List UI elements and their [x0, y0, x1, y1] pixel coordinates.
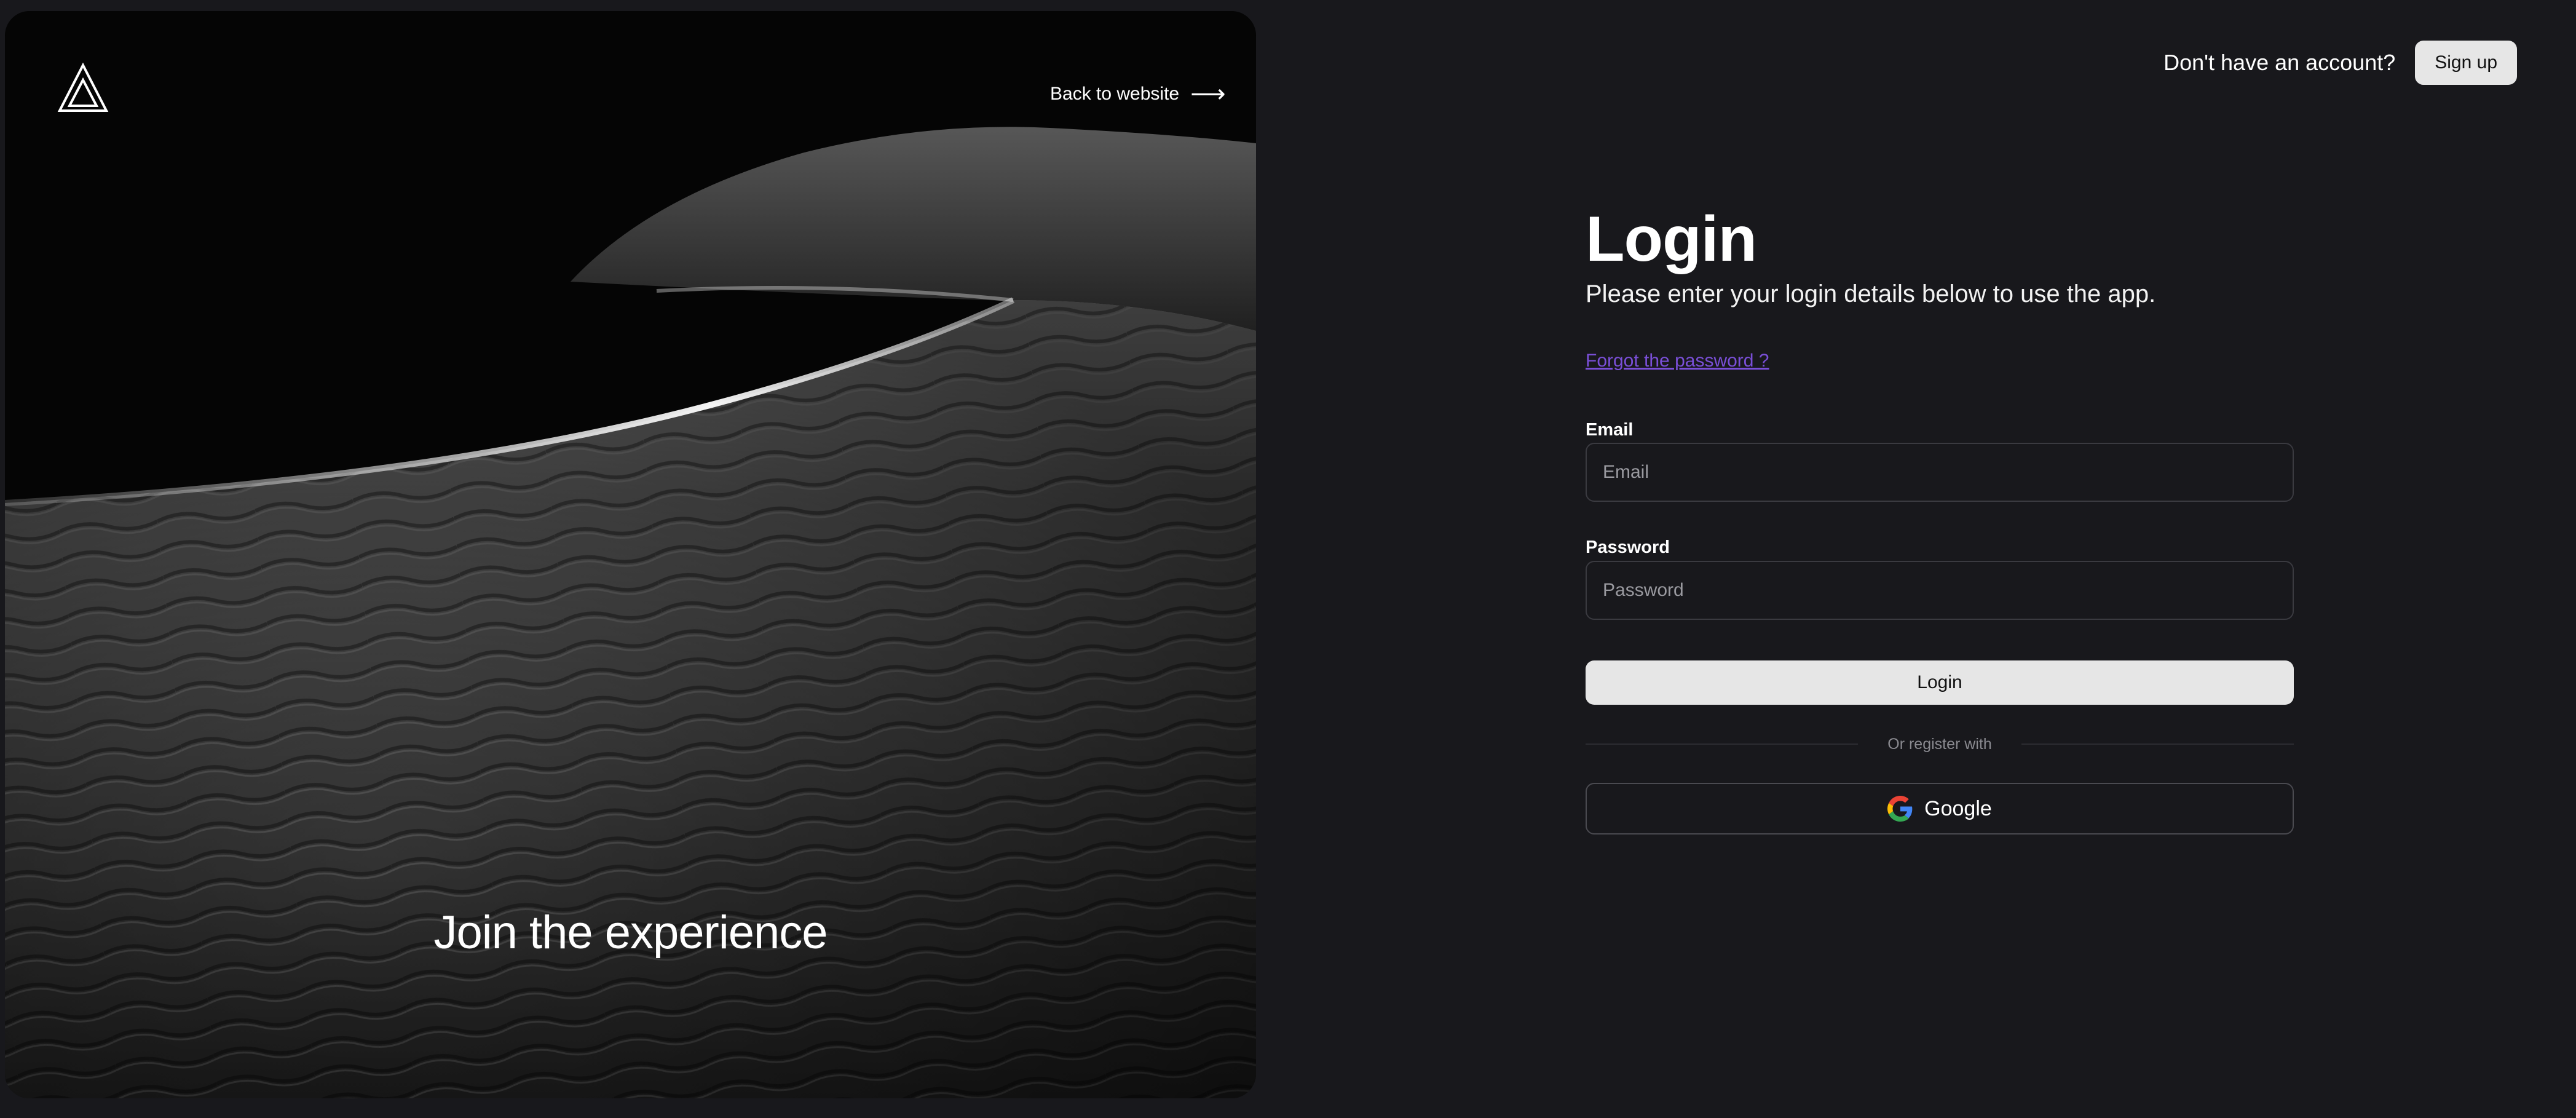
google-sign-in-button[interactable]: Google: [1586, 783, 2294, 835]
back-to-website-link[interactable]: Back to website ⟶: [1050, 82, 1225, 106]
login-page: Back to website ⟶ Join the experience Do…: [0, 0, 2576, 1118]
or-register-divider: Or register with: [1586, 733, 2294, 755]
page-title: Login: [1586, 204, 1757, 275]
login-button[interactable]: Login: [1586, 660, 2294, 705]
email-label: Email: [1586, 420, 1634, 440]
forgot-password-link[interactable]: Forgot the password ?: [1586, 351, 1769, 371]
password-field[interactable]: [1586, 561, 2294, 620]
divider-line-left: [1586, 743, 1859, 745]
email-field[interactable]: [1586, 443, 2294, 502]
divider-line-right: [2021, 743, 2294, 745]
arrow-right-icon: ⟶: [1190, 81, 1226, 108]
back-to-website-label: Back to website: [1050, 84, 1180, 104]
divider-text: Or register with: [1887, 735, 1992, 753]
password-label: Password: [1586, 537, 1670, 557]
sign-up-button[interactable]: Sign up: [2415, 41, 2517, 85]
google-icon: [1887, 796, 1913, 822]
topbar: Don't have an account? Sign up: [2163, 41, 2517, 85]
triangle-logo-icon[interactable]: [57, 61, 109, 114]
google-button-label: Google: [1924, 796, 1992, 820]
no-account-prompt: Don't have an account?: [2163, 50, 2396, 75]
hero-tagline: Join the experience: [433, 906, 828, 959]
page-subtitle: Please enter your login details below to…: [1586, 280, 2156, 307]
hero-panel: Back to website ⟶ Join the experience: [5, 11, 1256, 1098]
